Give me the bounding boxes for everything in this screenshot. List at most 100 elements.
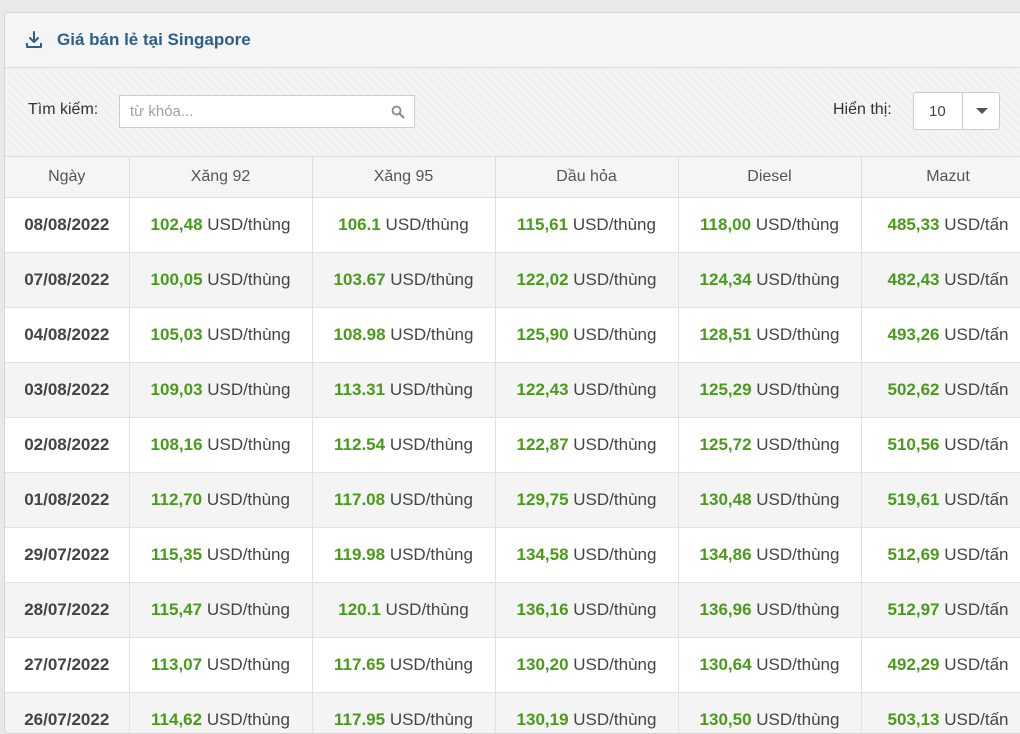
caret-down-icon[interactable] (976, 108, 988, 114)
price-unit: USD/thùng (386, 215, 469, 234)
page-size-label: Hiển thị: (833, 101, 892, 119)
download-icon[interactable] (25, 31, 43, 49)
price-cell: 122,87 USD/thùng (495, 418, 678, 473)
price-cell: 503,13 USD/tấn (861, 693, 1020, 734)
column-header-date[interactable]: Ngày (5, 157, 129, 198)
page-size-select[interactable]: 10 (913, 92, 1000, 130)
price-unit: USD/thùng (390, 435, 473, 454)
search-icon[interactable] (391, 105, 405, 119)
price-unit: USD/thùng (207, 655, 290, 674)
price-cell: 117.65 USD/thùng (312, 638, 495, 693)
price-unit: USD/thùng (390, 325, 473, 344)
price-value: 125,90 (517, 325, 569, 344)
price-cell: 117.08 USD/thùng (312, 473, 495, 528)
price-value: 109,03 (151, 380, 203, 399)
price-value: 108,16 (151, 435, 203, 454)
price-unit: USD/thùng (207, 710, 290, 729)
price-value: 492,29 (888, 655, 940, 674)
price-cell: 120.1 USD/thùng (312, 583, 495, 638)
price-value: 122,43 (517, 380, 569, 399)
table-row: 08/08/2022102,48 USD/thùng106.1 USD/thùn… (5, 198, 1020, 253)
price-unit: USD/thùng (207, 270, 290, 289)
search-input[interactable] (120, 96, 380, 127)
date-cell: 02/08/2022 (5, 418, 129, 473)
price-value: 129,75 (517, 490, 569, 509)
date-cell: 08/08/2022 (5, 198, 129, 253)
price-value: 124,34 (700, 270, 752, 289)
table-row: 07/08/2022100,05 USD/thùng103.67 USD/thù… (5, 253, 1020, 308)
price-cell: 129,75 USD/thùng (495, 473, 678, 528)
price-value: 482,43 (888, 270, 940, 289)
price-unit: USD/tấn (944, 380, 1008, 399)
price-unit: USD/thùng (573, 545, 656, 564)
price-value: 125,72 (700, 435, 752, 454)
date-cell: 29/07/2022 (5, 528, 129, 583)
price-cell: 130,19 USD/thùng (495, 693, 678, 734)
column-header-xang-95[interactable]: Xăng 95 (312, 157, 495, 198)
price-value: 102,48 (151, 215, 203, 234)
price-unit: USD/tấn (944, 600, 1008, 619)
price-value: 130,50 (700, 710, 752, 729)
price-unit: USD/thùng (207, 325, 290, 344)
price-unit: USD/thùng (573, 325, 656, 344)
price-value: 512,97 (888, 600, 940, 619)
column-header-mazut[interactable]: Mazut (861, 157, 1020, 198)
price-value: 136,96 (700, 600, 752, 619)
date-cell: 03/08/2022 (5, 363, 129, 418)
price-cell: 134,58 USD/thùng (495, 528, 678, 583)
price-value: 117.65 (334, 655, 385, 674)
price-unit: USD/thùng (756, 380, 839, 399)
search-box[interactable] (119, 95, 415, 128)
price-cell: 124,34 USD/thùng (678, 253, 861, 308)
column-header-diesel[interactable]: Diesel (678, 157, 861, 198)
price-unit: USD/tấn (944, 490, 1008, 509)
price-value: 502,62 (888, 380, 940, 399)
price-cell: 115,47 USD/thùng (129, 583, 312, 638)
price-cell: 482,43 USD/tấn (861, 253, 1020, 308)
price-value: 122,02 (517, 270, 569, 289)
price-cell: 122,43 USD/thùng (495, 363, 678, 418)
price-cell: 113,07 USD/thùng (129, 638, 312, 693)
price-value: 106.1 (338, 215, 381, 234)
price-unit: USD/thùng (756, 655, 839, 674)
price-cell: 105,03 USD/thùng (129, 308, 312, 363)
price-value: 115,47 (151, 600, 202, 619)
price-unit: USD/thùng (207, 545, 290, 564)
column-header-xang-92[interactable]: Xăng 92 (129, 157, 312, 198)
price-value: 134,58 (517, 545, 569, 564)
price-value: 134,86 (700, 545, 752, 564)
price-cell: 112,70 USD/thùng (129, 473, 312, 528)
price-cell: 108,16 USD/thùng (129, 418, 312, 473)
price-unit: USD/thùng (756, 710, 839, 729)
price-value: 503,13 (888, 710, 940, 729)
price-unit: USD/thùng (390, 655, 473, 674)
price-unit: USD/thùng (573, 490, 656, 509)
price-unit: USD/tấn (944, 435, 1008, 454)
price-unit: USD/thùng (573, 710, 656, 729)
price-unit: USD/thùng (756, 270, 839, 289)
price-cell: 115,35 USD/thùng (129, 528, 312, 583)
price-unit: USD/thùng (207, 435, 290, 454)
price-value: 130,48 (700, 490, 752, 509)
price-cell: 125,29 USD/thùng (678, 363, 861, 418)
price-unit: USD/thùng (390, 270, 473, 289)
price-value: 493,26 (888, 325, 940, 344)
price-value: 103.67 (334, 270, 386, 289)
price-cell: 125,72 USD/thùng (678, 418, 861, 473)
price-unit: USD/thùng (756, 545, 839, 564)
price-cell: 125,90 USD/thùng (495, 308, 678, 363)
price-unit: USD/thùng (756, 435, 839, 454)
table-toolbar: Tìm kiếm: Hiển thị: 10 (5, 68, 1020, 157)
price-value: 120.1 (338, 600, 381, 619)
price-value: 130,20 (517, 655, 569, 674)
date-cell: 28/07/2022 (5, 583, 129, 638)
price-cell: 113.31 USD/thùng (312, 363, 495, 418)
price-unit: USD/thùng (756, 600, 839, 619)
table-row: 03/08/2022 109,03 USD/thùng 113.31 USD/thù… (5, 363, 1020, 418)
search-label: Tìm kiếm: (28, 101, 98, 119)
price-cell: 492,29 USD/tấn (861, 638, 1020, 693)
price-cell: 136,96 USD/thùng (678, 583, 861, 638)
column-header-dau-hoa[interactable]: Dầu hỏa (495, 157, 678, 198)
price-unit: USD/thùng (390, 490, 473, 509)
price-value: 100,05 (151, 270, 203, 289)
